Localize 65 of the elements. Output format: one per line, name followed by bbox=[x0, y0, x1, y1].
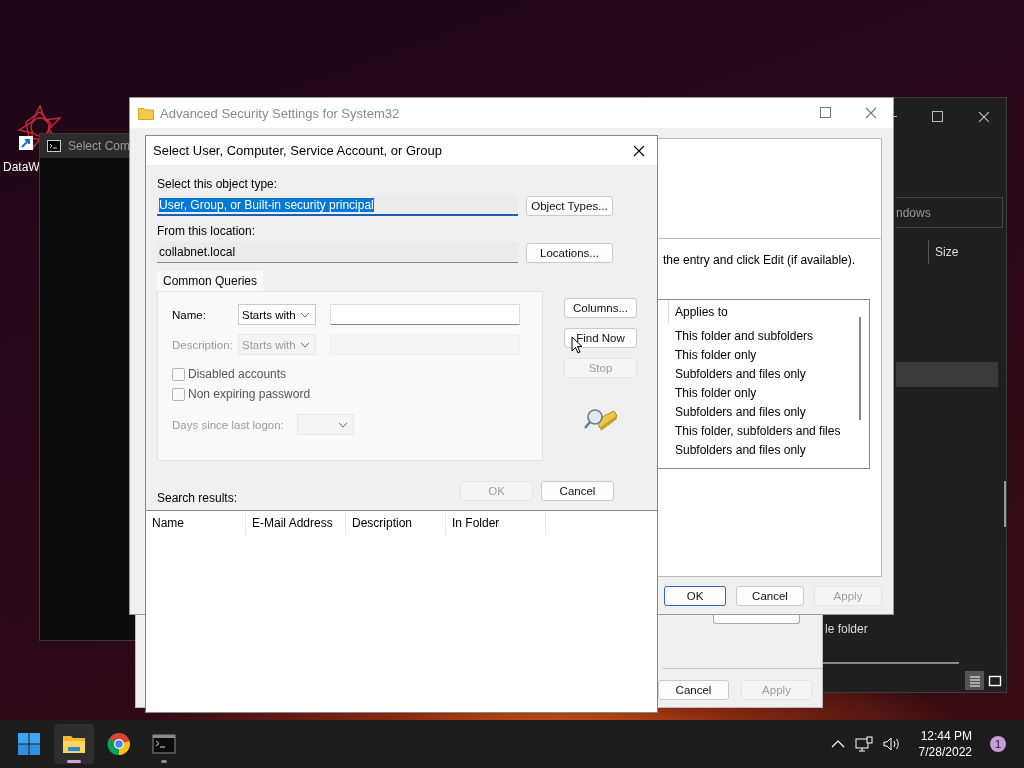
text-field[interactable]: User, Group, or Built-in security principal bbox=[157, 195, 518, 216]
start-icon bbox=[17, 732, 41, 756]
browser-icon bbox=[107, 732, 131, 756]
close-icon bbox=[865, 107, 877, 119]
close-icon bbox=[633, 144, 645, 157]
console-icon bbox=[47, 140, 61, 152]
field-label: Days since last logon: bbox=[172, 418, 285, 431]
icon-label[interactable]: DataW bbox=[3, 160, 40, 174]
column-header[interactable]: Applies to bbox=[668, 300, 728, 324]
column-header[interactable]: In Folder bbox=[446, 511, 546, 535]
running-indicator bbox=[67, 760, 81, 763]
chevron-down-icon bbox=[338, 421, 348, 428]
column-header[interactable]: Name bbox=[146, 511, 246, 535]
dialog-button[interactable]: Cancel bbox=[541, 481, 614, 501]
column-header[interactable]: E-Mail Address bbox=[246, 511, 346, 535]
input-field[interactable] bbox=[330, 304, 520, 325]
scrollbar-thumb[interactable] bbox=[859, 317, 861, 420]
checkbox-label: Disabled accounts bbox=[188, 367, 287, 381]
instruction-text: the entry and click Edit (if available). bbox=[663, 253, 856, 267]
terminal-icon bbox=[152, 732, 176, 756]
dialog-button[interactable]: Columns... bbox=[564, 298, 637, 318]
dropdown[interactable]: Starts with bbox=[238, 304, 316, 325]
tiles-view-icon bbox=[987, 673, 1002, 688]
taskbar-button[interactable] bbox=[54, 724, 94, 764]
search-icon bbox=[583, 406, 618, 432]
field-label: Name: bbox=[172, 308, 207, 321]
tab[interactable]: Common Queries bbox=[157, 271, 264, 291]
folder-icon bbox=[138, 106, 154, 120]
running-indicator bbox=[161, 760, 167, 763]
column-header[interactable]: Description bbox=[346, 511, 446, 535]
notification-badge[interactable]: 1 bbox=[990, 736, 1006, 752]
chevron-down-icon bbox=[300, 311, 310, 318]
chevron-down-icon bbox=[300, 341, 310, 348]
details-view-icon bbox=[967, 673, 982, 688]
search-field[interactable]: ndows bbox=[896, 197, 1003, 228]
checkbox[interactable] bbox=[172, 367, 185, 381]
scrollbar-thumb[interactable] bbox=[822, 662, 960, 664]
maximize-icon bbox=[820, 107, 831, 118]
dialog-button[interactable]: Object Types... bbox=[526, 195, 613, 216]
list-row[interactable]: le folder bbox=[825, 619, 881, 639]
field-label: Select this object type: bbox=[157, 177, 279, 191]
column-header[interactable]: Size bbox=[928, 240, 959, 264]
section-label: Search results: bbox=[157, 491, 238, 505]
chevron-up-icon bbox=[830, 740, 845, 748]
field-label: From this location: bbox=[157, 224, 257, 238]
window-title: Select Com bbox=[68, 139, 131, 153]
field-label: Description: bbox=[172, 338, 234, 351]
checkbox-label: Non expiring password bbox=[188, 387, 311, 401]
close-icon bbox=[977, 110, 989, 122]
dialog-button[interactable]: Find Now bbox=[564, 328, 637, 348]
dialog-button[interactable]: Cancel bbox=[736, 586, 804, 606]
maximize-icon bbox=[931, 110, 943, 122]
checkbox[interactable] bbox=[172, 387, 185, 401]
window-title: Select User, Computer, Service Account, or Group bbox=[153, 143, 443, 158]
clock-date[interactable]: 7/28/2022 bbox=[918, 744, 972, 760]
text-field[interactable]: collabnet.local bbox=[157, 242, 518, 263]
speaker-icon bbox=[882, 736, 901, 752]
window-title: Advanced Security Settings for System32 bbox=[160, 105, 400, 121]
dialog-button[interactable]: OK bbox=[664, 586, 726, 606]
dialog-button[interactable]: Cancel bbox=[658, 680, 729, 700]
scrollbar-thumb[interactable] bbox=[1004, 481, 1006, 527]
clock-time[interactable]: 12:44 PM bbox=[918, 728, 972, 744]
network-icon bbox=[854, 736, 873, 752]
dialog-button[interactable]: Locations... bbox=[526, 242, 613, 263]
button[interactable] bbox=[713, 615, 800, 624]
